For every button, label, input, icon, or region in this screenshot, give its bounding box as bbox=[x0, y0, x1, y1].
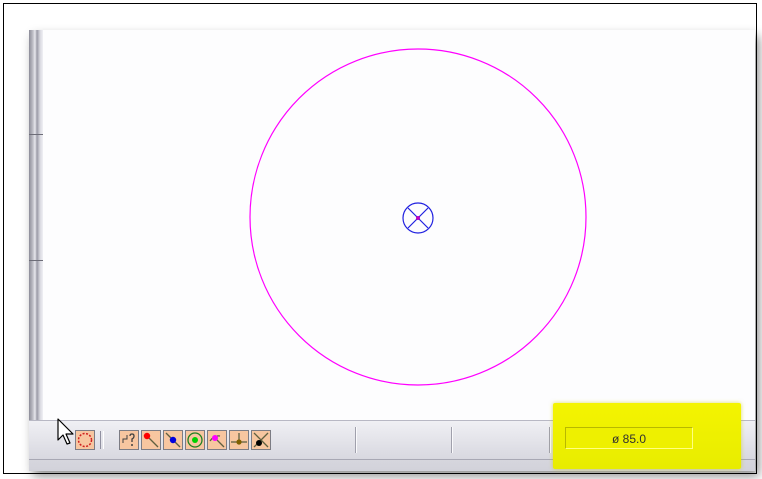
toolbar-separator bbox=[100, 431, 104, 449]
snap-tangent-button[interactable] bbox=[207, 430, 227, 450]
circle-tool-icon bbox=[77, 432, 93, 448]
arrow-cursor-icon bbox=[57, 418, 74, 445]
ruler-tick bbox=[29, 260, 43, 261]
vertical-ruler bbox=[29, 30, 43, 420]
drawing-canvas[interactable] bbox=[43, 30, 755, 420]
ruler-tick bbox=[29, 134, 43, 135]
snap-midpoint-icon bbox=[165, 432, 181, 448]
diameter-readout-panel: ø 85.0 bbox=[553, 403, 741, 469]
circle-tool-button[interactable] bbox=[75, 430, 95, 450]
screenshot-frame: ø 85.0 bbox=[3, 3, 757, 474]
snap-center-button[interactable] bbox=[185, 430, 205, 450]
circle-x-center-icon bbox=[402, 202, 434, 234]
drawing-svg bbox=[249, 48, 587, 386]
cad-window: ø 85.0 bbox=[29, 30, 755, 471]
snap-query-button[interactable] bbox=[119, 430, 139, 450]
snap-center-icon bbox=[187, 432, 203, 448]
status-panel-divider bbox=[355, 427, 357, 453]
diameter-value: ø 85.0 bbox=[612, 432, 647, 446]
snap-endpoint-button[interactable] bbox=[141, 430, 161, 450]
snap-tangent-icon bbox=[209, 435, 225, 448]
snap-midpoint-button[interactable] bbox=[163, 430, 183, 450]
status-panel-divider bbox=[549, 427, 551, 453]
snap-intersection-button[interactable] bbox=[251, 430, 271, 450]
diameter-input[interactable]: ø 85.0 bbox=[565, 427, 693, 449]
snap-perpendicular-button[interactable] bbox=[229, 430, 249, 450]
snap-endpoint-icon bbox=[143, 432, 159, 448]
snap-perpendicular-icon bbox=[231, 433, 247, 445]
snap-query-icon bbox=[122, 433, 135, 446]
status-panel-divider bbox=[451, 427, 453, 453]
snap-intersection-icon bbox=[253, 432, 269, 448]
